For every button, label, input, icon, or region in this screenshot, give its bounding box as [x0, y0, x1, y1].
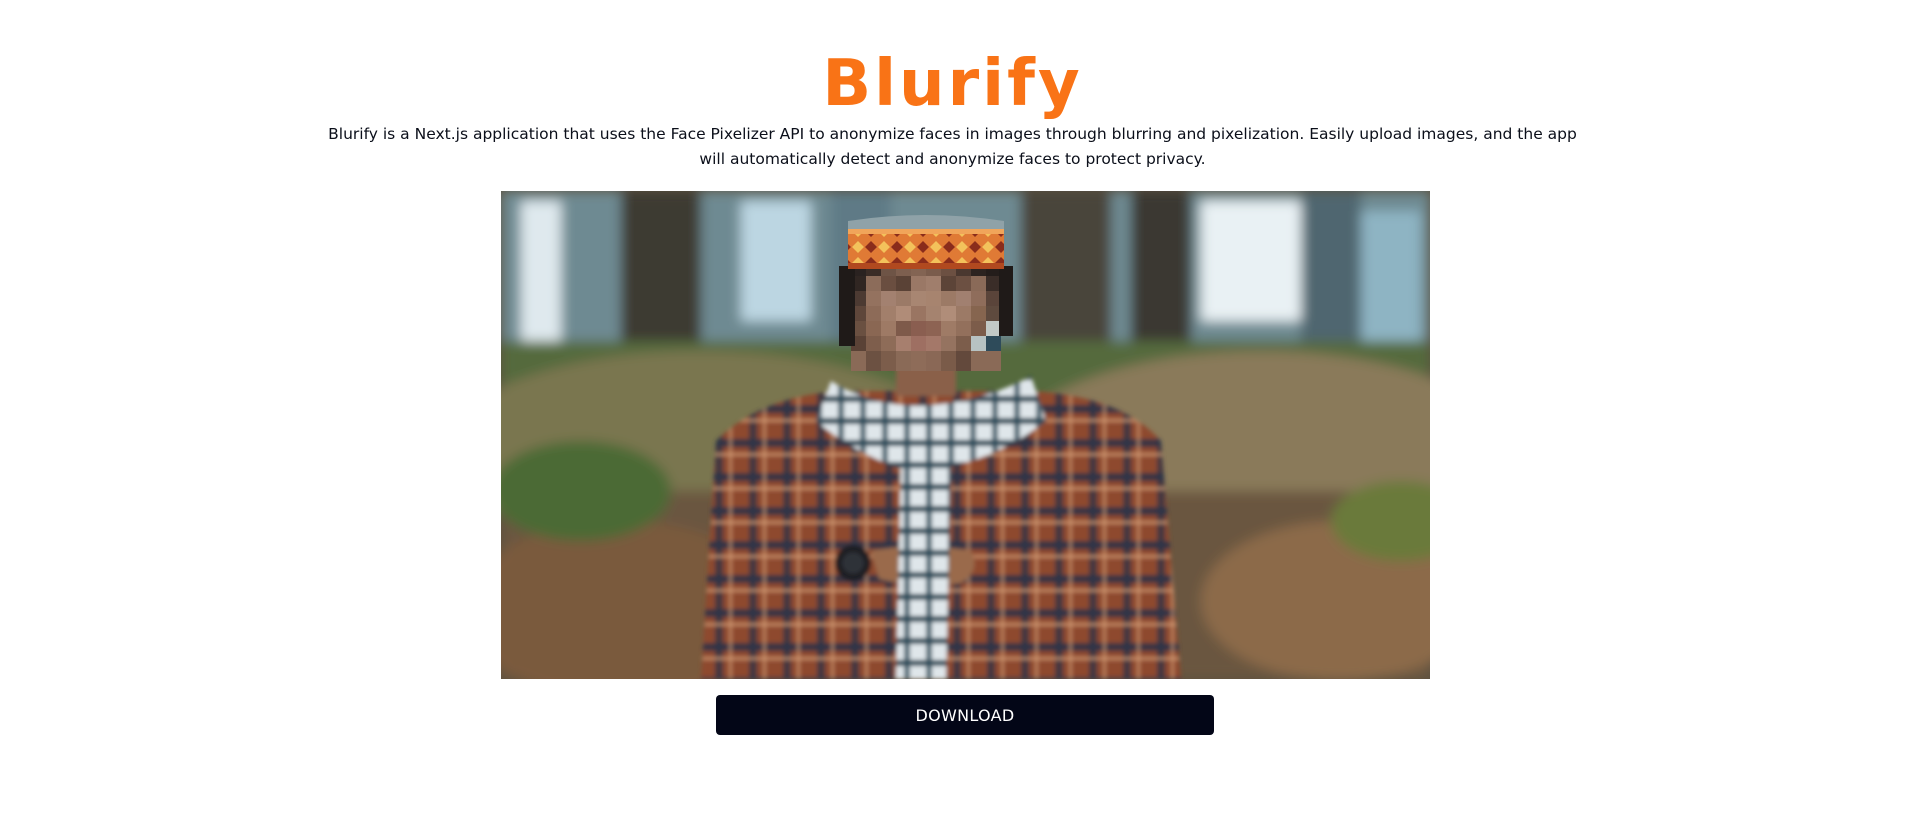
download-button[interactable]: DOWNLOAD	[716, 695, 1214, 735]
app-title: Blurify	[822, 47, 1083, 121]
pixelated-face-block	[851, 261, 1001, 371]
cap-shape	[848, 215, 1004, 269]
anonymized-image	[501, 191, 1430, 679]
app-description: Blurify is a Next.js application that us…	[328, 125, 1577, 168]
blurify-app: Blurify Blurify is a Next.js application…	[0, 0, 1905, 829]
